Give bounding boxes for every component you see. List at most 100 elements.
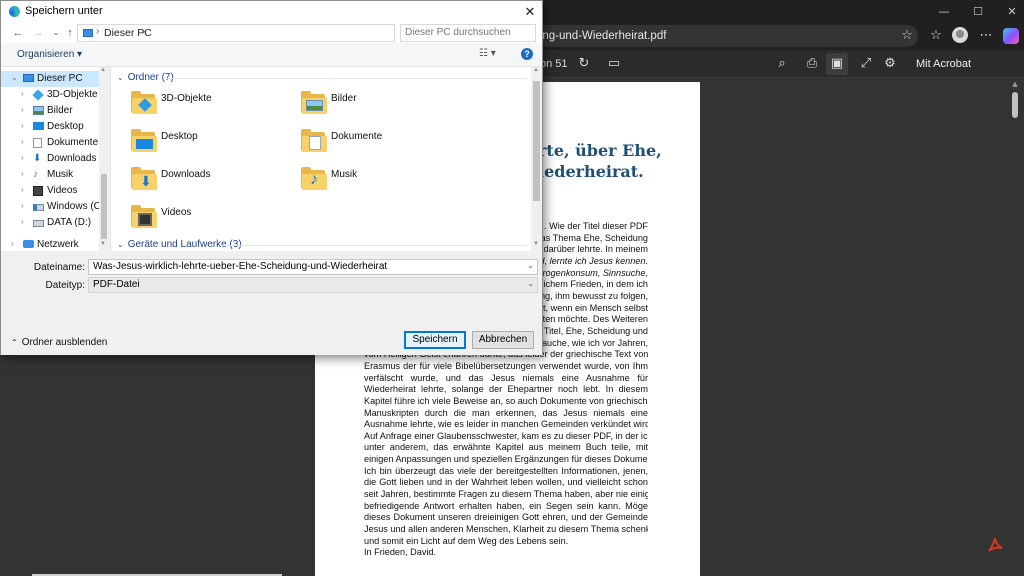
search-icon[interactable]: ⌕	[772, 54, 792, 74]
sidebar-item-downloads[interactable]: › ⬇ Downloads	[1, 151, 99, 167]
window-close-button[interactable]: ✕	[992, 0, 1024, 22]
chevron-down-icon: ⌄	[117, 240, 124, 249]
folder-desktop-icon[interactable]	[131, 128, 157, 152]
folder-name[interactable]: Dokumente	[331, 131, 382, 142]
pdf-text-line: seit Jahren, bestimmte Fragen zu diesem …	[364, 489, 648, 500]
sidebar-item-label: DATA (D:)	[47, 217, 92, 228]
sidebar-item-desktop[interactable]: › Desktop	[1, 119, 99, 135]
sidebar-item-drive-d[interactable]: › DATA (D:)	[1, 215, 99, 231]
chevron-right-icon[interactable]: ›	[21, 153, 24, 162]
folder-name[interactable]: 3D-Objekte	[161, 93, 212, 104]
chevron-right-icon[interactable]: ›	[11, 239, 14, 248]
hide-folders-toggle[interactable]: ⌃ Ordner ausblenden	[11, 337, 107, 348]
filename-field[interactable]: Was-Jesus-wirklich-lehrte-ueber-Ehe-Sche…	[88, 259, 538, 275]
rotate-icon[interactable]: ↻	[574, 54, 594, 74]
save-icon[interactable]: ▣	[827, 54, 847, 74]
forward-arrow-icon[interactable]: →	[31, 24, 45, 42]
folder-music-icon[interactable]: ♪	[301, 166, 327, 190]
documents-icon	[33, 138, 44, 148]
chevron-right-icon[interactable]: ›	[21, 201, 24, 210]
chevron-right-icon[interactable]: ›	[21, 137, 24, 146]
avatar[interactable]	[952, 27, 968, 43]
back-arrow-icon[interactable]: ←	[11, 24, 25, 42]
pc-icon	[83, 29, 93, 37]
sidebar-item-pc[interactable]: ⌄ Dieser PC	[1, 71, 99, 87]
chevron-down-icon[interactable]: ⌄	[527, 279, 534, 288]
folder-videos-icon[interactable]	[131, 204, 157, 228]
scroll-up-icon[interactable]: ▲	[1010, 80, 1020, 88]
chevron-right-icon[interactable]: ›	[21, 169, 24, 178]
sidebar-item-drive-c[interactable]: › Windows (C:)	[1, 199, 107, 215]
file-scrollbar[interactable]: ▲ ▼	[531, 67, 542, 251]
scroll-down-icon[interactable]: ▼	[100, 241, 106, 247]
viewer-scrollbar[interactable]	[1012, 92, 1018, 118]
pdf-text-line: Jesus und allen anderen Menschen, Klarhe…	[364, 524, 648, 535]
chevron-down-icon: ⌄	[117, 73, 124, 82]
cancel-button[interactable]: Abbrechen	[472, 331, 534, 349]
organise-menu[interactable]: Organisieren ▾	[17, 49, 82, 60]
save-button[interactable]: Speichern	[404, 331, 466, 349]
pdf-text-line: Wiederheirat lehrte, solange der Ehepart…	[364, 384, 648, 395]
fullscreen-icon[interactable]: ⤢	[856, 54, 876, 74]
pdf-text-line: verfälscht wurde, und das Jesus niemals …	[364, 372, 648, 383]
copilot-icon[interactable]	[1003, 28, 1019, 44]
scroll-thumb[interactable]	[101, 174, 107, 239]
print-icon[interactable]: ⎙	[802, 54, 822, 74]
page-view-icon[interactable]: ▭	[604, 54, 624, 74]
scroll-up-icon[interactable]: ▲	[100, 67, 106, 73]
sidebar-item-label: Videos	[47, 185, 78, 196]
breadcrumb[interactable]: › Dieser PC › ⌄ ↻	[77, 24, 468, 42]
sidebar-item-music[interactable]: › ♪ Musik	[1, 167, 99, 183]
folder-name[interactable]: Downloads	[161, 169, 210, 180]
pdf-text-line: die Gott lieben und in der Wahrheit lebe…	[364, 477, 648, 488]
chevron-right-icon[interactable]: ›	[21, 89, 24, 98]
sidebar-item-documents[interactable]: › Dokumente	[1, 135, 99, 151]
edit-with-acrobat-button[interactable]: Mit Acrobat bearbeiten	[916, 50, 1024, 98]
view-options-button[interactable]: ☷ ▾	[479, 48, 496, 59]
chevron-right-icon[interactable]: ›	[142, 26, 145, 37]
chevron-up-icon: ⌃	[11, 338, 18, 347]
sidebar-item-pictures[interactable]: › Bilder	[1, 103, 99, 119]
favorite-star-icon[interactable]: ☆	[898, 27, 916, 45]
chevron-right-icon[interactable]: ›	[21, 121, 24, 130]
more-icon[interactable]: ⋯	[976, 26, 996, 46]
scroll-down-icon[interactable]: ▼	[533, 241, 539, 247]
command-bar: Organisieren ▾ ☷ ▾ ?	[1, 43, 542, 67]
settings-gear-icon[interactable]: ⚙	[880, 54, 900, 74]
chevron-right-icon[interactable]: ›	[21, 185, 24, 194]
network-icon	[23, 240, 34, 250]
nav-scrollbar[interactable]: ▲ ▼	[99, 67, 109, 251]
recent-dropdown-icon[interactable]: ⌄	[49, 24, 63, 42]
downloads-icon: ⬇	[33, 153, 42, 164]
pdf-text-line: und somit ein Licht auf dem Weg des Lebe…	[364, 535, 569, 546]
help-icon[interactable]: ?	[521, 48, 533, 60]
sidebar-item-label: Desktop	[47, 121, 84, 132]
favorites-icon[interactable]: ☆	[926, 26, 946, 46]
folder-name[interactable]: Desktop	[161, 131, 198, 142]
close-icon[interactable]: ✕	[520, 2, 540, 22]
acrobat-icon[interactable]	[986, 536, 1004, 554]
folder-pictures-icon[interactable]	[301, 90, 327, 114]
sidebar-item-videos[interactable]: › Videos	[1, 183, 99, 199]
folder-documents-icon[interactable]	[301, 128, 327, 152]
chevron-right-icon[interactable]: ›	[21, 217, 24, 226]
search-input[interactable]: Dieser PC durchsuchen	[400, 24, 536, 42]
folder-3d-icon[interactable]	[131, 90, 157, 114]
chevron-right-icon: ›	[96, 26, 100, 37]
pictures-icon	[33, 106, 44, 116]
sidebar-item-label: 3D-Objekte	[47, 89, 98, 100]
folder-name[interactable]: Bilder	[331, 93, 357, 104]
scroll-up-icon[interactable]: ▲	[533, 67, 539, 73]
chevron-down-icon[interactable]: ⌄	[527, 261, 534, 270]
chevron-down-icon[interactable]: ⌄	[11, 73, 18, 82]
address-bar[interactable]: ung-und-Wiederheirat.pdf	[530, 25, 918, 47]
group-header-folders[interactable]: ⌄ Ordner (7)	[117, 72, 174, 83]
up-arrow-icon[interactable]: ↑	[63, 24, 77, 42]
filetype-select[interactable]: PDF-Datei ⌄	[88, 277, 538, 293]
folder-downloads-icon[interactable]: ⬇	[131, 166, 157, 190]
scroll-thumb[interactable]	[533, 81, 540, 201]
sidebar-item-3d[interactable]: › 3D-Objekte	[1, 87, 99, 103]
folder-name[interactable]: Videos	[161, 207, 191, 218]
folder-name[interactable]: Musik	[331, 169, 357, 180]
chevron-right-icon[interactable]: ›	[21, 105, 24, 114]
